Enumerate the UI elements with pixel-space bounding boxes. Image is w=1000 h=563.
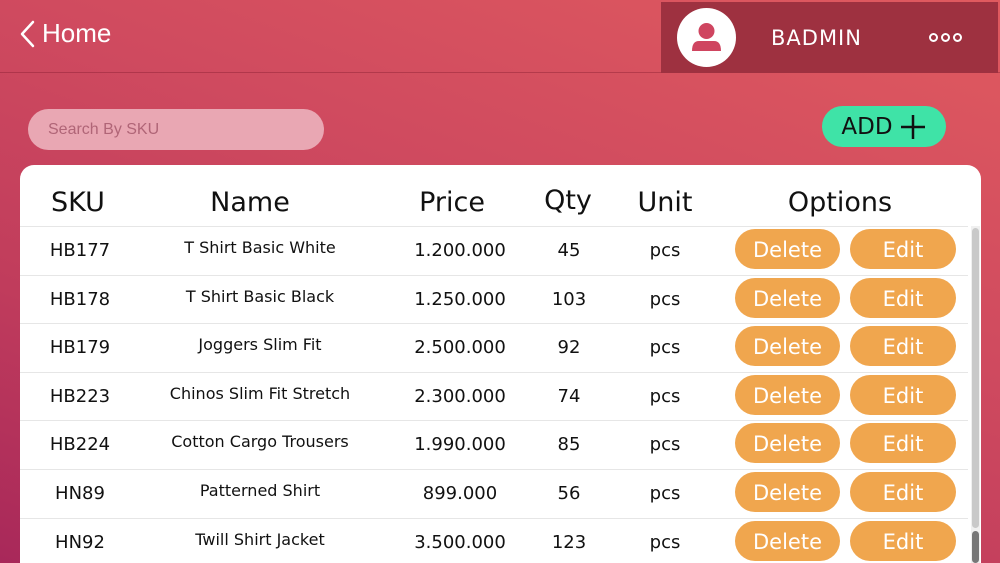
user-icon bbox=[692, 23, 721, 51]
table-row: HB177 T Shirt Basic White 1.200.000 45 p… bbox=[20, 226, 968, 275]
cell-qty: 123 bbox=[551, 531, 587, 553]
cell-unit: pcs bbox=[649, 240, 681, 261]
column-header-qty: Qty bbox=[544, 185, 592, 216]
edit-button[interactable]: Edit bbox=[850, 229, 956, 269]
table-body: HB177 T Shirt Basic White 1.200.000 45 p… bbox=[20, 226, 968, 563]
table-row: HB223 Chinos Slim Fit Stretch 2.300.000 … bbox=[20, 371, 968, 421]
edit-button[interactable]: Edit bbox=[850, 277, 956, 318]
delete-button[interactable]: Delete bbox=[735, 471, 840, 512]
edit-button[interactable]: Edit bbox=[850, 326, 956, 367]
back-label: Home bbox=[42, 18, 112, 48]
column-header-options: Options bbox=[787, 187, 893, 218]
cell-unit: pcs bbox=[649, 482, 681, 504]
table-row: HB178 T Shirt Basic Black 1.250.000 103 … bbox=[20, 274, 968, 324]
cell-name: T Shirt Basic Black bbox=[185, 286, 335, 306]
cell-price: 2.300.000 bbox=[414, 385, 506, 407]
table-row: HB224 Cotton Cargo Trousers 1.990.000 85… bbox=[20, 420, 968, 469]
table-row: HN92 Twill Shirt Jacket 3.500.000 123 pc… bbox=[20, 517, 968, 563]
cell-name: Joggers Slim Fit bbox=[198, 335, 322, 355]
chevron-left-icon bbox=[20, 20, 35, 47]
cell-name: Cotton Cargo Trousers bbox=[171, 432, 349, 452]
cell-qty: 103 bbox=[551, 288, 587, 310]
cell-sku: HN89 bbox=[55, 482, 105, 504]
edit-button[interactable]: Edit bbox=[850, 520, 956, 561]
column-header-sku: SKU bbox=[51, 187, 105, 218]
cell-qty: 45 bbox=[557, 240, 581, 261]
cell-price: 2.500.000 bbox=[414, 337, 506, 359]
add-button[interactable]: ADD bbox=[822, 106, 946, 147]
cell-unit: pcs bbox=[649, 434, 681, 456]
cell-qty: 85 bbox=[557, 434, 581, 456]
cell-sku: HB224 bbox=[49, 434, 111, 456]
edit-button[interactable]: Edit bbox=[850, 423, 956, 464]
add-button-label: ADD bbox=[841, 113, 893, 140]
scrollbar-track-upper bbox=[972, 228, 979, 528]
table-row: HB179 Joggers Slim Fit 2.500.000 92 pcs … bbox=[20, 323, 968, 372]
table-header: SKU Name Price Qty Unit Options bbox=[20, 165, 981, 226]
delete-button[interactable]: Delete bbox=[735, 229, 840, 269]
cell-unit: pcs bbox=[649, 531, 681, 553]
column-header-price: Price bbox=[419, 187, 485, 218]
top-bar: Home BADMIN bbox=[0, 0, 1000, 73]
cell-qty: 92 bbox=[557, 337, 581, 359]
delete-button[interactable]: Delete bbox=[735, 326, 840, 367]
user-panel: BADMIN bbox=[661, 2, 998, 73]
avatar[interactable] bbox=[677, 8, 736, 67]
cell-sku: HB177 bbox=[49, 240, 111, 261]
cell-unit: pcs bbox=[649, 337, 681, 359]
edit-button[interactable]: Edit bbox=[850, 374, 956, 415]
cell-unit: pcs bbox=[649, 288, 681, 310]
delete-button[interactable]: Delete bbox=[735, 277, 840, 318]
more-options-icon[interactable] bbox=[929, 33, 962, 42]
cell-name: Chinos Slim Fit Stretch bbox=[169, 383, 351, 403]
product-table: SKU Name Price Qty Unit Options HB177 T … bbox=[20, 165, 981, 563]
vertical-scrollbar[interactable] bbox=[971, 226, 980, 563]
column-header-name: Name bbox=[210, 187, 290, 218]
table-row: HN89 Patterned Shirt 899.000 56 pcs Dele… bbox=[20, 468, 968, 518]
cell-sku: HN92 bbox=[55, 531, 105, 553]
cell-unit: pcs bbox=[649, 385, 681, 407]
cell-price: 899.000 bbox=[422, 482, 498, 504]
cell-price: 1.250.000 bbox=[414, 288, 506, 310]
search-input[interactable] bbox=[28, 109, 324, 150]
cell-qty: 74 bbox=[557, 385, 581, 407]
cell-name: Patterned Shirt bbox=[199, 480, 321, 500]
scrollbar-thumb[interactable] bbox=[972, 531, 979, 563]
delete-button[interactable]: Delete bbox=[735, 520, 840, 561]
cell-price: 1.200.000 bbox=[414, 240, 506, 261]
delete-button[interactable]: Delete bbox=[735, 423, 840, 464]
cell-price: 1.990.000 bbox=[414, 434, 506, 456]
back-button[interactable]: Home bbox=[18, 18, 111, 49]
username: BADMIN bbox=[771, 26, 862, 50]
plus-icon bbox=[900, 114, 925, 139]
cell-name: Twill Shirt Jacket bbox=[195, 529, 325, 549]
edit-button[interactable]: Edit bbox=[850, 471, 956, 512]
column-header-unit: Unit bbox=[637, 187, 693, 218]
delete-button[interactable]: Delete bbox=[735, 374, 840, 415]
cell-sku: HB178 bbox=[49, 288, 111, 310]
cell-sku: HB223 bbox=[49, 385, 111, 407]
cell-name: T Shirt Basic White bbox=[184, 238, 336, 257]
cell-price: 3.500.000 bbox=[414, 531, 506, 553]
cell-sku: HB179 bbox=[49, 337, 111, 359]
cell-qty: 56 bbox=[557, 482, 581, 504]
